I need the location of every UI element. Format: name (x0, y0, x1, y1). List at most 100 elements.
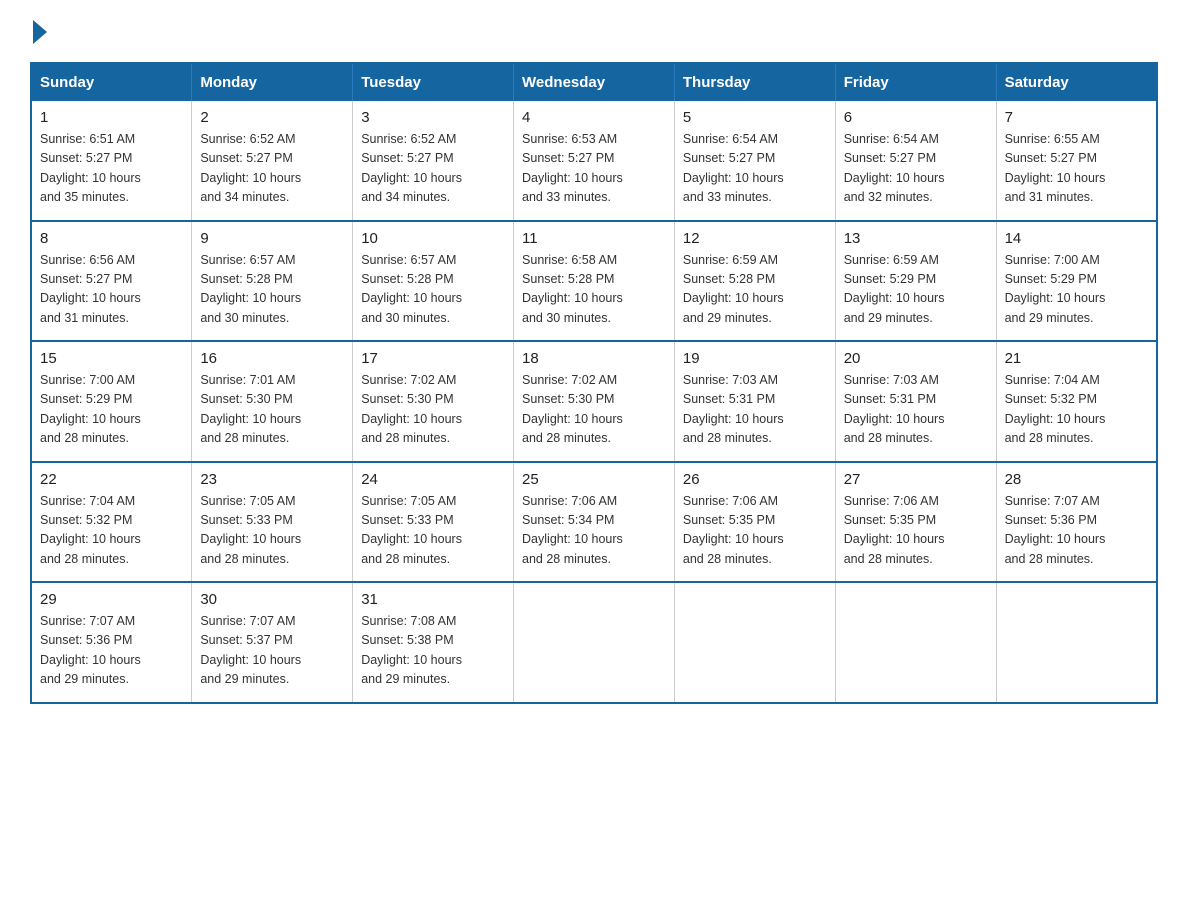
day-info: Sunrise: 7:06 AM Sunset: 5:35 PM Dayligh… (844, 492, 988, 570)
day-number: 12 (683, 230, 827, 247)
day-info: Sunrise: 6:54 AM Sunset: 5:27 PM Dayligh… (683, 130, 827, 208)
logo (30, 20, 50, 44)
calendar-day-cell: 9 Sunrise: 6:57 AM Sunset: 5:28 PM Dayli… (192, 221, 353, 342)
calendar-week-row: 29 Sunrise: 7:07 AM Sunset: 5:36 PM Dayl… (31, 582, 1157, 703)
day-number: 26 (683, 471, 827, 488)
weekday-header: Thursday (674, 63, 835, 101)
day-info: Sunrise: 7:05 AM Sunset: 5:33 PM Dayligh… (361, 492, 505, 570)
calendar-day-cell: 13 Sunrise: 6:59 AM Sunset: 5:29 PM Dayl… (835, 221, 996, 342)
day-number: 16 (200, 350, 344, 367)
day-number: 11 (522, 230, 666, 247)
day-info: Sunrise: 7:06 AM Sunset: 5:35 PM Dayligh… (683, 492, 827, 570)
day-number: 18 (522, 350, 666, 367)
calendar-day-cell: 5 Sunrise: 6:54 AM Sunset: 5:27 PM Dayli… (674, 101, 835, 221)
day-number: 15 (40, 350, 183, 367)
calendar-day-cell: 2 Sunrise: 6:52 AM Sunset: 5:27 PM Dayli… (192, 101, 353, 221)
calendar-day-cell: 22 Sunrise: 7:04 AM Sunset: 5:32 PM Dayl… (31, 462, 192, 583)
day-number: 23 (200, 471, 344, 488)
day-number: 3 (361, 109, 505, 126)
day-number: 19 (683, 350, 827, 367)
day-info: Sunrise: 7:04 AM Sunset: 5:32 PM Dayligh… (40, 492, 183, 570)
day-number: 8 (40, 230, 183, 247)
day-number: 20 (844, 350, 988, 367)
calendar-week-row: 8 Sunrise: 6:56 AM Sunset: 5:27 PM Dayli… (31, 221, 1157, 342)
calendar-day-cell: 21 Sunrise: 7:04 AM Sunset: 5:32 PM Dayl… (996, 341, 1157, 462)
calendar-day-cell (996, 582, 1157, 703)
day-number: 7 (1005, 109, 1148, 126)
day-info: Sunrise: 7:06 AM Sunset: 5:34 PM Dayligh… (522, 492, 666, 570)
calendar-day-cell: 7 Sunrise: 6:55 AM Sunset: 5:27 PM Dayli… (996, 101, 1157, 221)
day-number: 5 (683, 109, 827, 126)
day-info: Sunrise: 7:00 AM Sunset: 5:29 PM Dayligh… (1005, 251, 1148, 329)
calendar-table: SundayMondayTuesdayWednesdayThursdayFrid… (30, 62, 1158, 704)
day-number: 14 (1005, 230, 1148, 247)
calendar-day-cell: 6 Sunrise: 6:54 AM Sunset: 5:27 PM Dayli… (835, 101, 996, 221)
day-info: Sunrise: 6:53 AM Sunset: 5:27 PM Dayligh… (522, 130, 666, 208)
calendar-day-cell: 26 Sunrise: 7:06 AM Sunset: 5:35 PM Dayl… (674, 462, 835, 583)
weekday-header: Monday (192, 63, 353, 101)
calendar-week-row: 22 Sunrise: 7:04 AM Sunset: 5:32 PM Dayl… (31, 462, 1157, 583)
calendar-day-cell: 24 Sunrise: 7:05 AM Sunset: 5:33 PM Dayl… (353, 462, 514, 583)
day-info: Sunrise: 7:07 AM Sunset: 5:36 PM Dayligh… (40, 612, 183, 690)
calendar-day-cell: 11 Sunrise: 6:58 AM Sunset: 5:28 PM Dayl… (514, 221, 675, 342)
day-info: Sunrise: 6:59 AM Sunset: 5:28 PM Dayligh… (683, 251, 827, 329)
calendar-day-cell: 31 Sunrise: 7:08 AM Sunset: 5:38 PM Dayl… (353, 582, 514, 703)
day-number: 30 (200, 591, 344, 608)
day-info: Sunrise: 6:54 AM Sunset: 5:27 PM Dayligh… (844, 130, 988, 208)
day-info: Sunrise: 6:52 AM Sunset: 5:27 PM Dayligh… (361, 130, 505, 208)
day-info: Sunrise: 7:05 AM Sunset: 5:33 PM Dayligh… (200, 492, 344, 570)
calendar-day-cell: 20 Sunrise: 7:03 AM Sunset: 5:31 PM Dayl… (835, 341, 996, 462)
calendar-day-cell: 30 Sunrise: 7:07 AM Sunset: 5:37 PM Dayl… (192, 582, 353, 703)
day-info: Sunrise: 7:02 AM Sunset: 5:30 PM Dayligh… (361, 371, 505, 449)
weekday-header: Wednesday (514, 63, 675, 101)
calendar-day-cell: 18 Sunrise: 7:02 AM Sunset: 5:30 PM Dayl… (514, 341, 675, 462)
day-info: Sunrise: 7:03 AM Sunset: 5:31 PM Dayligh… (844, 371, 988, 449)
calendar-day-cell (674, 582, 835, 703)
calendar-header-row: SundayMondayTuesdayWednesdayThursdayFrid… (31, 63, 1157, 101)
calendar-day-cell: 14 Sunrise: 7:00 AM Sunset: 5:29 PM Dayl… (996, 221, 1157, 342)
calendar-week-row: 15 Sunrise: 7:00 AM Sunset: 5:29 PM Dayl… (31, 341, 1157, 462)
calendar-day-cell: 16 Sunrise: 7:01 AM Sunset: 5:30 PM Dayl… (192, 341, 353, 462)
day-number: 21 (1005, 350, 1148, 367)
day-number: 24 (361, 471, 505, 488)
day-info: Sunrise: 6:52 AM Sunset: 5:27 PM Dayligh… (200, 130, 344, 208)
logo-arrow-icon (33, 20, 47, 44)
day-number: 22 (40, 471, 183, 488)
calendar-day-cell (514, 582, 675, 703)
day-number: 13 (844, 230, 988, 247)
calendar-day-cell: 1 Sunrise: 6:51 AM Sunset: 5:27 PM Dayli… (31, 101, 192, 221)
day-info: Sunrise: 7:08 AM Sunset: 5:38 PM Dayligh… (361, 612, 505, 690)
calendar-day-cell: 3 Sunrise: 6:52 AM Sunset: 5:27 PM Dayli… (353, 101, 514, 221)
weekday-header: Friday (835, 63, 996, 101)
day-info: Sunrise: 6:57 AM Sunset: 5:28 PM Dayligh… (361, 251, 505, 329)
day-number: 25 (522, 471, 666, 488)
day-number: 31 (361, 591, 505, 608)
calendar-day-cell: 27 Sunrise: 7:06 AM Sunset: 5:35 PM Dayl… (835, 462, 996, 583)
calendar-day-cell: 10 Sunrise: 6:57 AM Sunset: 5:28 PM Dayl… (353, 221, 514, 342)
day-number: 4 (522, 109, 666, 126)
day-number: 9 (200, 230, 344, 247)
calendar-day-cell: 12 Sunrise: 6:59 AM Sunset: 5:28 PM Dayl… (674, 221, 835, 342)
day-info: Sunrise: 7:03 AM Sunset: 5:31 PM Dayligh… (683, 371, 827, 449)
day-info: Sunrise: 7:02 AM Sunset: 5:30 PM Dayligh… (522, 371, 666, 449)
weekday-header: Tuesday (353, 63, 514, 101)
weekday-header: Saturday (996, 63, 1157, 101)
calendar-day-cell: 17 Sunrise: 7:02 AM Sunset: 5:30 PM Dayl… (353, 341, 514, 462)
day-number: 17 (361, 350, 505, 367)
calendar-day-cell: 23 Sunrise: 7:05 AM Sunset: 5:33 PM Dayl… (192, 462, 353, 583)
calendar-day-cell: 4 Sunrise: 6:53 AM Sunset: 5:27 PM Dayli… (514, 101, 675, 221)
calendar-day-cell (835, 582, 996, 703)
day-info: Sunrise: 6:58 AM Sunset: 5:28 PM Dayligh… (522, 251, 666, 329)
weekday-header: Sunday (31, 63, 192, 101)
day-number: 29 (40, 591, 183, 608)
day-number: 2 (200, 109, 344, 126)
calendar-day-cell: 25 Sunrise: 7:06 AM Sunset: 5:34 PM Dayl… (514, 462, 675, 583)
calendar-week-row: 1 Sunrise: 6:51 AM Sunset: 5:27 PM Dayli… (31, 101, 1157, 221)
day-info: Sunrise: 7:07 AM Sunset: 5:37 PM Dayligh… (200, 612, 344, 690)
calendar-day-cell: 15 Sunrise: 7:00 AM Sunset: 5:29 PM Dayl… (31, 341, 192, 462)
day-number: 27 (844, 471, 988, 488)
day-info: Sunrise: 6:55 AM Sunset: 5:27 PM Dayligh… (1005, 130, 1148, 208)
day-info: Sunrise: 6:57 AM Sunset: 5:28 PM Dayligh… (200, 251, 344, 329)
calendar-day-cell: 29 Sunrise: 7:07 AM Sunset: 5:36 PM Dayl… (31, 582, 192, 703)
day-number: 1 (40, 109, 183, 126)
